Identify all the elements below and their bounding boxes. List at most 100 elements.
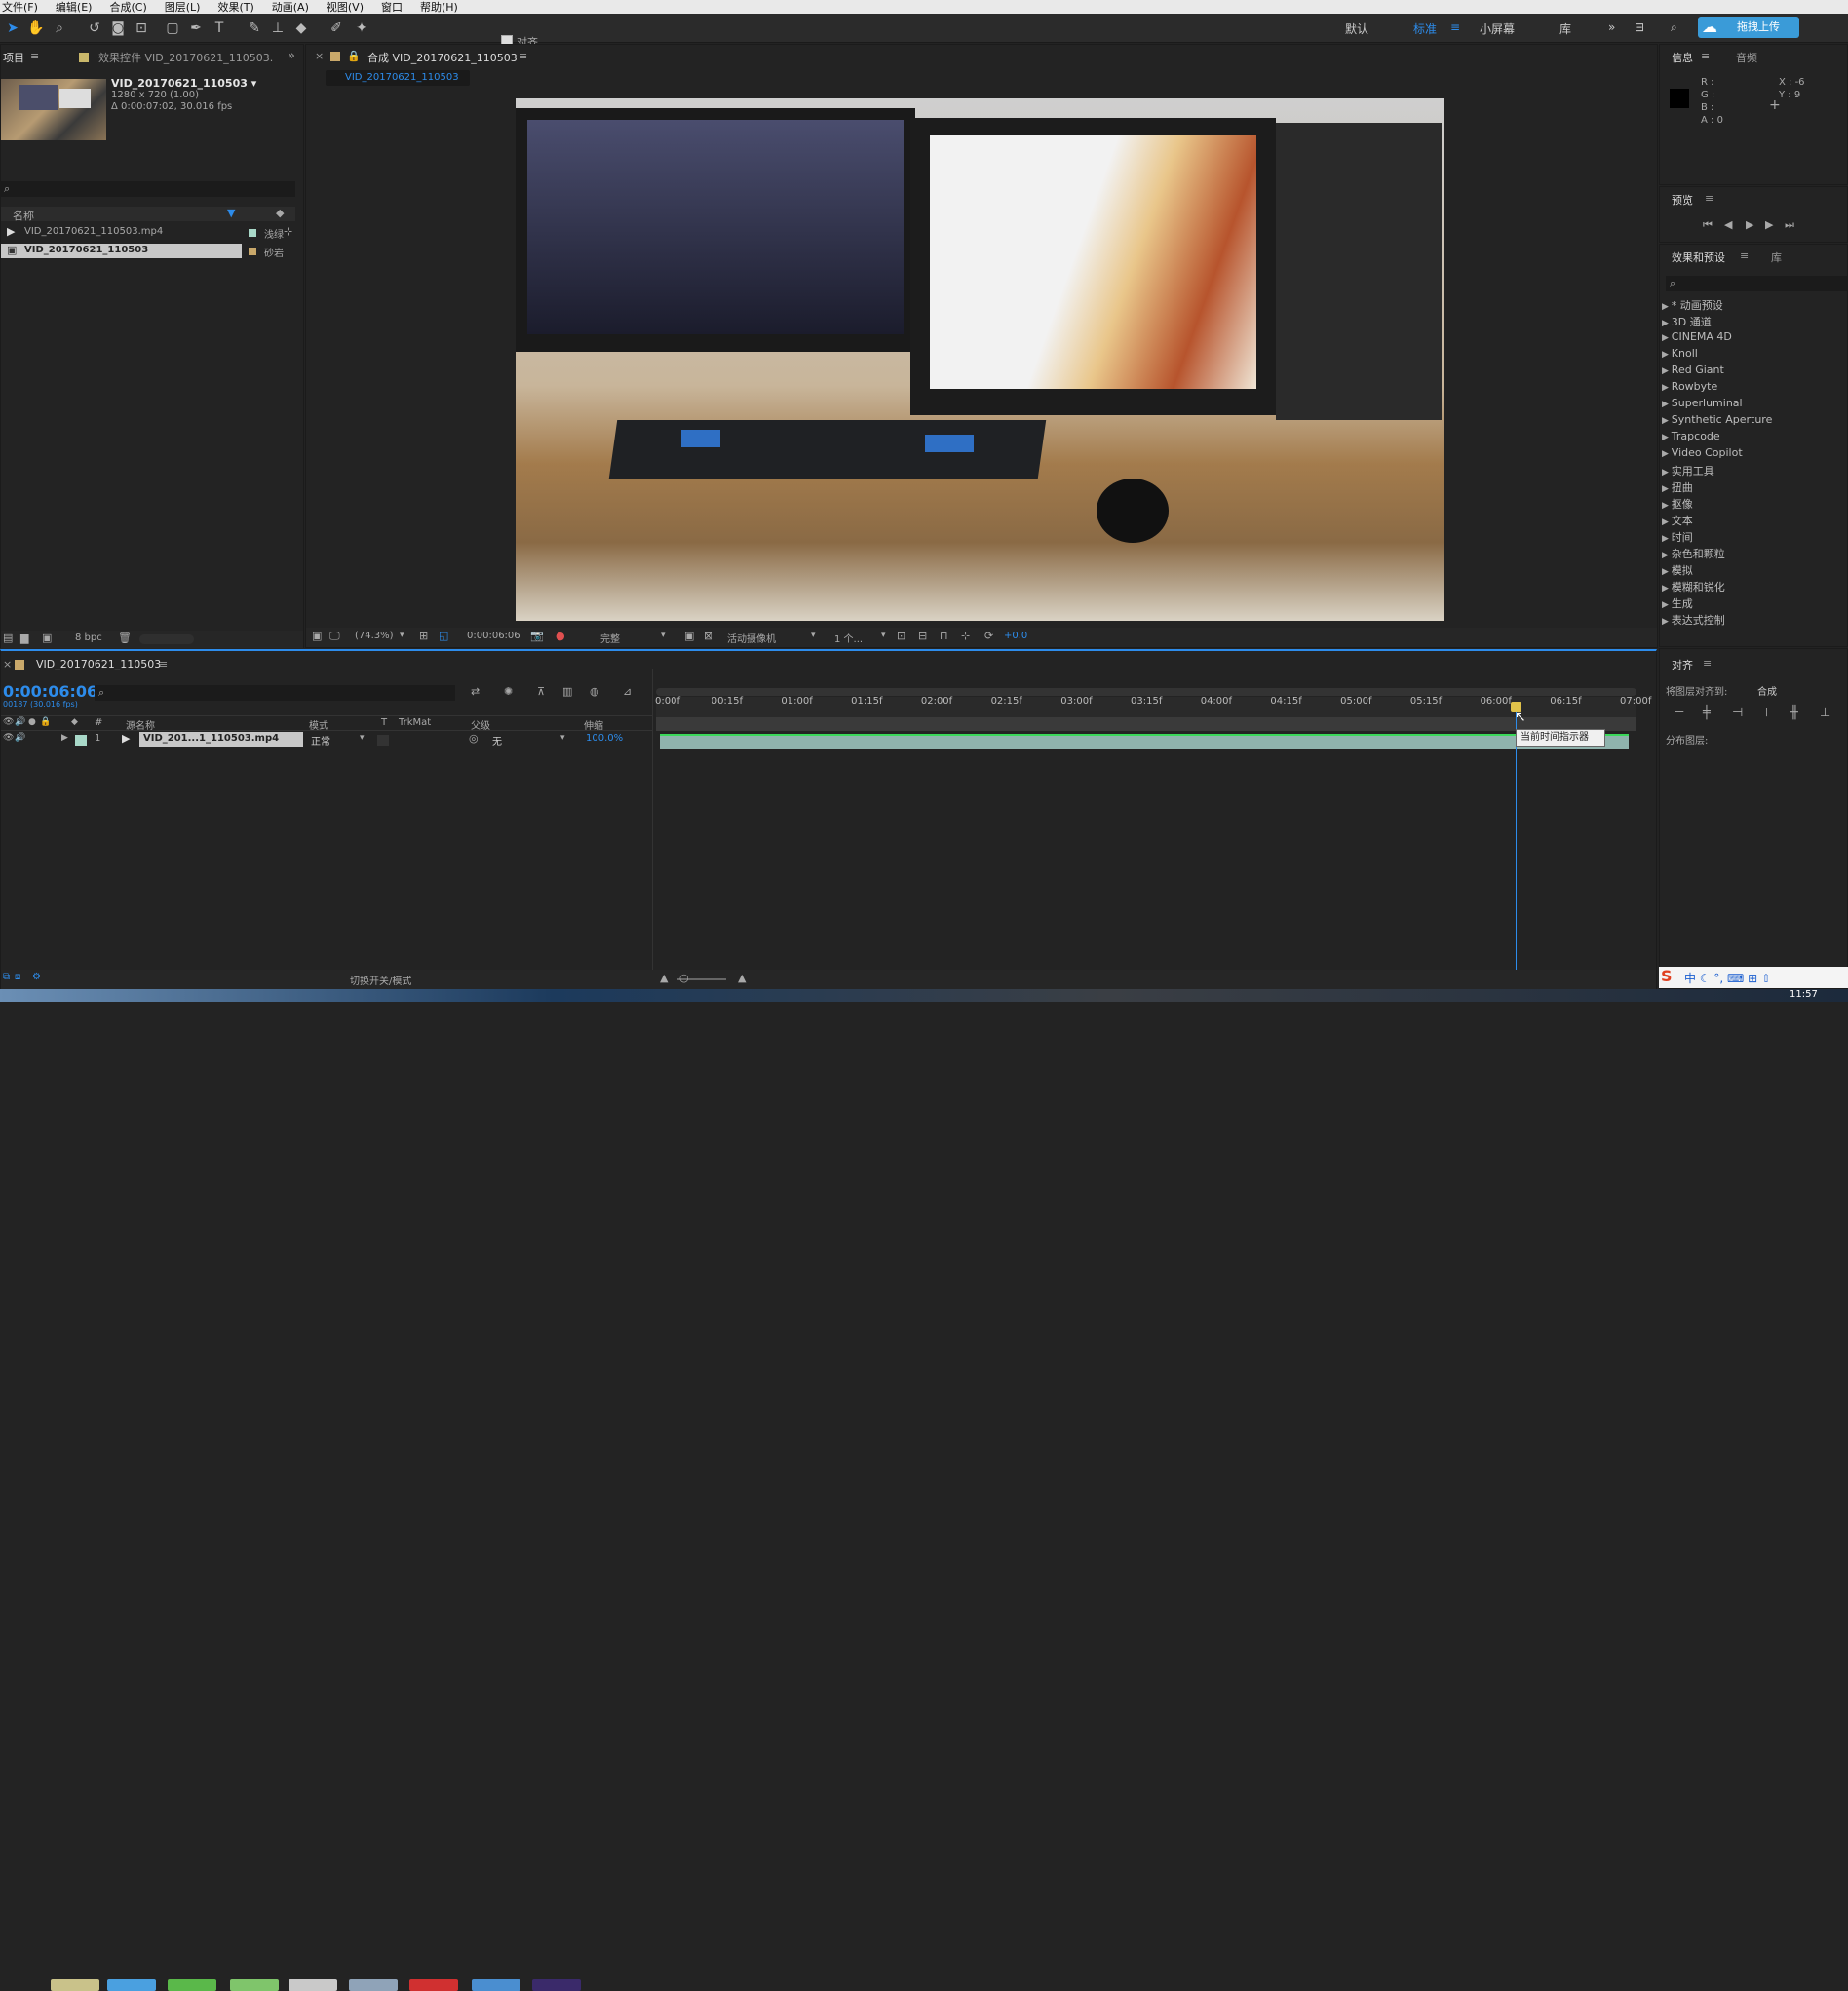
rotate-tool-icon[interactable]: ↺ [86,19,103,37]
views-dropdown-icon[interactable]: ▾ [881,631,886,640]
effects-category[interactable]: ▶ 杂色和颗粒 [1662,546,1725,561]
align-bottom-icon[interactable]: ⊥ [1820,706,1830,720]
workspace-default[interactable]: 默认 [1345,20,1368,37]
workspace-library[interactable]: 库 [1559,20,1571,37]
zoom-in-icon[interactable]: ▲ [738,972,746,984]
frame-blending-icon[interactable]: ▥ [562,685,572,698]
layer-switches-icon[interactable]: ⧉ [3,972,10,982]
region-of-interest-icon[interactable]: ▣ [684,630,694,642]
comp-mini-flowchart-icon[interactable]: ⇄ [471,685,480,698]
menu-window[interactable]: 窗口 [381,0,403,15]
layer-mode-select[interactable]: 正常 [311,733,330,747]
zoom-dropdown-icon[interactable]: ▾ [400,631,404,640]
menu-view[interactable]: 视图(V) [327,0,364,15]
transfer-controls-icon[interactable]: ⧈ [15,972,20,982]
tab-library[interactable]: 库 [1771,249,1782,265]
bit-depth[interactable]: 8 bpc [75,632,102,643]
layer-row[interactable]: 👁 🔊 ▶ 1 ▶ VID_201...1_110503.mp4 正常 ▾ ◎ … [1,732,652,748]
lock-column-icon[interactable]: 🔒 [40,717,51,727]
effects-category[interactable]: ▶ 表达式控制 [1662,612,1725,628]
project-row-selected[interactable]: ▣ VID_20170621_110503 [1,244,242,258]
channel-icon[interactable]: ● [556,630,565,642]
preview-menu-icon[interactable]: ≡ [1705,192,1713,205]
taskbar-app-green[interactable] [230,1979,279,1991]
taskbar-app-photos[interactable] [51,1979,99,1991]
effects-category[interactable]: ▶ 扭曲 [1662,479,1693,495]
interpret-footage-icon[interactable]: ▤ [3,632,13,644]
column-trkmat[interactable]: TrkMat [399,717,431,728]
effects-category[interactable]: ▶ Synthetic Aperture [1662,413,1772,426]
item-name[interactable]: VID_20170621_110503 ▾ [111,77,256,90]
thumbnail-slider[interactable] [139,634,194,644]
layer-audio-icon[interactable]: 🔊 [15,733,25,743]
play-icon[interactable]: ▶ [1746,218,1753,231]
tab-effects-presets[interactable]: 效果和预设 [1672,249,1725,265]
reset-exposure-icon[interactable]: ⟳ [984,630,993,642]
timeline-search-input[interactable]: ⌕ [95,685,455,701]
selection-tool-icon[interactable]: ➤ [4,19,21,37]
trkmat-box[interactable] [377,735,389,746]
sort-arrow-icon[interactable]: ▼ [227,207,235,219]
taskbar-app-red[interactable] [409,1979,458,1991]
menu-layer[interactable]: 图层(L) [165,0,201,15]
search-help-icon[interactable]: ⌕ [1671,20,1677,35]
menu-file[interactable]: 文件(F) [2,0,38,15]
views-select[interactable]: 1 个... [834,631,863,645]
panel-toggle-icon[interactable]: ⊟ [1635,20,1644,34]
tab-info[interactable]: 信息 [1672,50,1693,65]
project-search-input[interactable]: ⌕ [1,181,295,197]
column-source-name[interactable]: 源名称 [126,717,155,732]
effects-category[interactable]: ▶ Knoll [1662,347,1698,360]
video-eye-icon[interactable]: 👁 [3,717,14,727]
taskbar-app-media[interactable] [289,1979,337,1991]
tab-effect-controls[interactable]: 效果控件 VID_20170621_110503. [98,50,273,65]
always-preview-icon[interactable]: ▣ [312,630,322,642]
taskbar-app-chat[interactable] [168,1979,216,1991]
effects-category[interactable]: ▶ Trapcode [1662,430,1720,442]
tab-timeline[interactable]: VID_20170621_110503 [36,658,161,670]
close-tab-icon[interactable]: × [315,50,324,62]
last-frame-icon[interactable]: ⏭ [1785,218,1794,232]
layer-stretch[interactable]: 100.0% [586,733,623,744]
first-frame-icon[interactable]: ⏮ [1703,218,1713,232]
pan-behind-tool-icon[interactable]: ⊡ [133,19,150,37]
project-menu-icon[interactable]: ≡ [30,50,39,62]
effects-category[interactable]: ▶ Superluminal [1662,397,1743,409]
magnification[interactable]: (74.3%) [355,631,394,641]
column-name[interactable]: 名称 [13,208,34,223]
align-menu-icon[interactable]: ≡ [1703,657,1712,670]
video-frame[interactable] [516,98,1444,621]
layer-label-swatch[interactable] [75,735,87,746]
flowchart-icon[interactable]: ⊹ [961,630,970,642]
label-tag-icon[interactable]: ◆ [276,207,284,219]
tab-composition[interactable]: 合成 VID_20170621_110503 [367,50,518,65]
menu-help[interactable]: 帮助(H) [420,0,458,15]
effects-category[interactable]: ▶ 模拟 [1662,562,1693,578]
hide-shy-layers-icon[interactable]: ⊼ [537,685,545,698]
effects-category[interactable]: ▶ 模糊和锐化 [1662,579,1725,594]
align-left-icon[interactable]: ⊢ [1674,706,1684,720]
effects-search-input[interactable]: ⌕ [1666,276,1847,291]
viewer-timecode[interactable]: 0:00:06:06 [467,631,520,641]
ime-icons[interactable]: 中 ☾ °, ⌨ ⊞ ⇧ [1684,970,1771,986]
brush-tool-icon[interactable]: ✎ [246,19,263,37]
effects-category[interactable]: ▶ 实用工具 [1662,463,1714,479]
camera-dropdown-icon[interactable]: ▾ [811,631,816,640]
timeline-icon[interactable]: ⊓ [940,630,948,642]
current-timecode[interactable]: 0:00:06:06 [3,682,97,701]
zoom-out-icon[interactable]: ▲ [660,972,668,984]
new-folder-icon[interactable]: ▆ [20,632,28,644]
next-frame-icon[interactable]: ▶ [1765,218,1773,231]
draft-3d-icon[interactable]: ✺ [504,685,513,698]
trash-icon[interactable]: 🗑 [118,632,132,644]
resolution-select[interactable]: 完整 [600,631,620,645]
zoom-slider-thumb[interactable]: ○ [679,972,689,984]
snapshot-icon[interactable]: 📷 [530,630,544,642]
effects-category[interactable]: ▶ Video Copilot [1662,446,1743,459]
text-tool-icon[interactable]: T [211,19,228,37]
layer-duration-bar[interactable] [660,734,1629,749]
tab-preview[interactable]: 预览 [1672,192,1693,208]
effects-category[interactable]: ▶ CINEMA 4D [1662,330,1732,343]
effects-category[interactable]: ▶ 时间 [1662,529,1693,545]
tab-project[interactable]: 项目 [3,50,24,65]
